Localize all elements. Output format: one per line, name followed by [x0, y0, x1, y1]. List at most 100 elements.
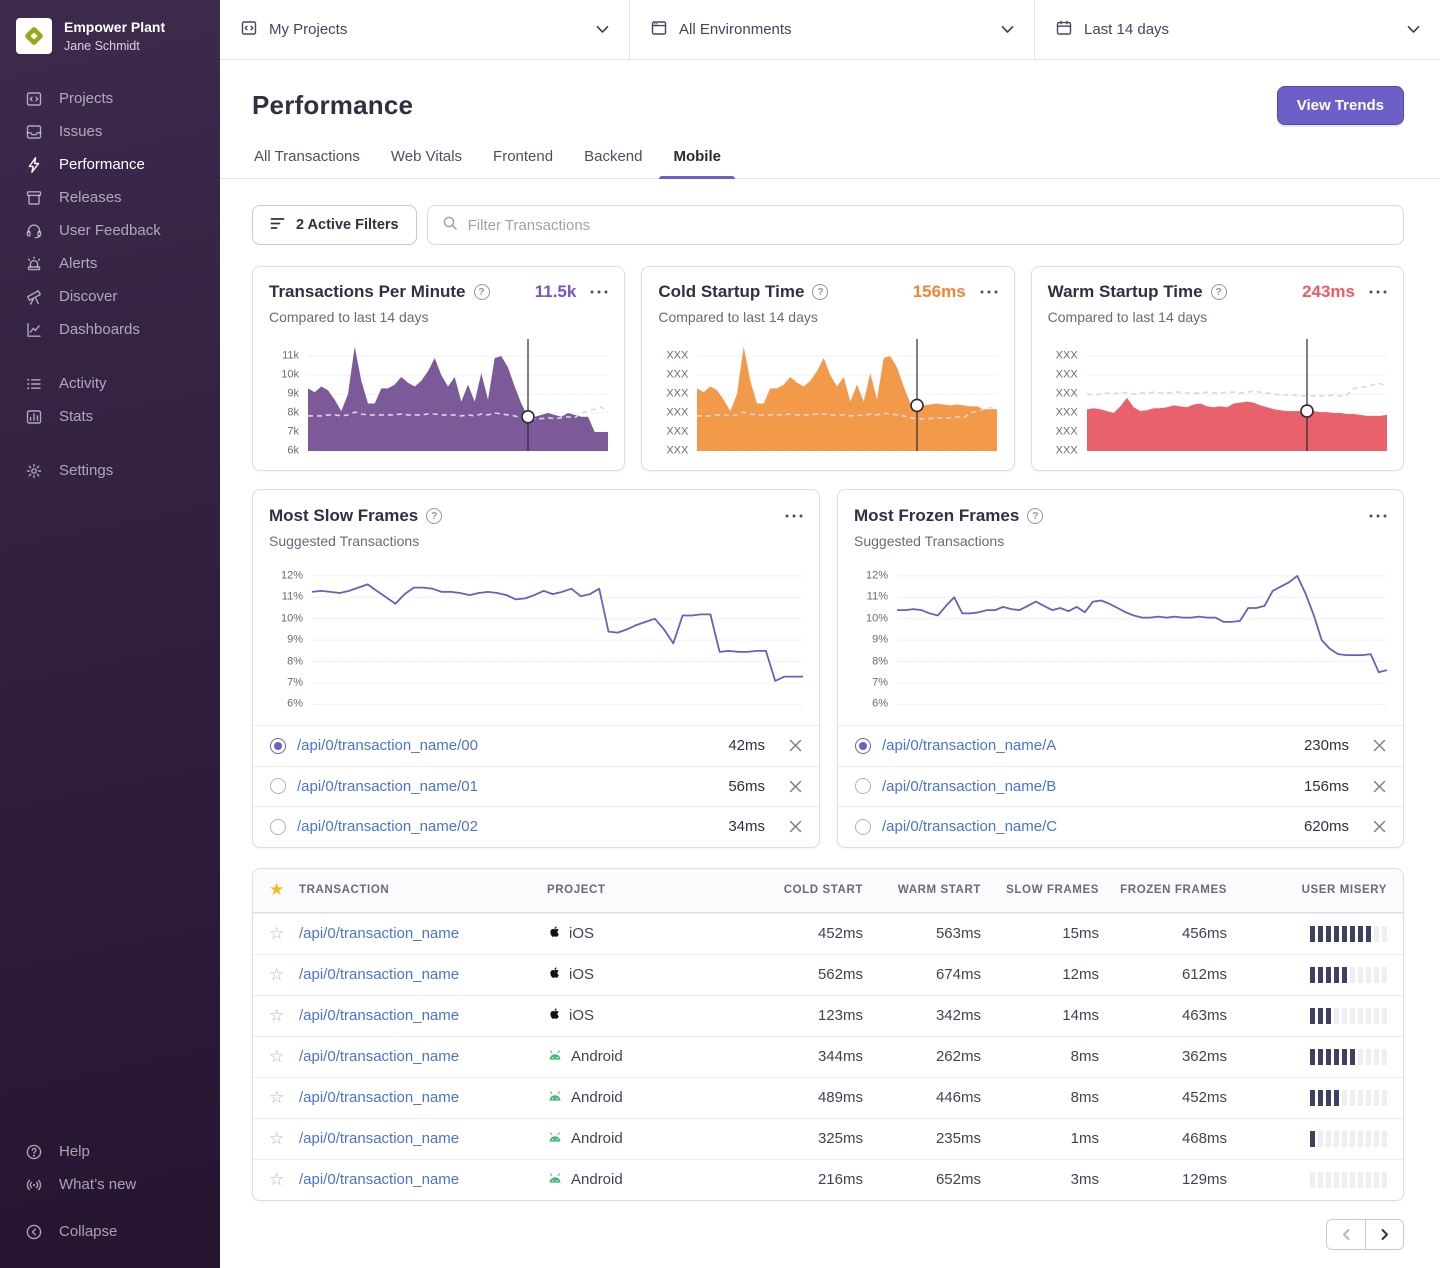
- star-toggle-icon[interactable]: ☆: [269, 1047, 299, 1067]
- chevron-down-icon: [1407, 21, 1420, 38]
- help-icon[interactable]: ?: [474, 284, 490, 300]
- star-toggle-icon[interactable]: ☆: [269, 924, 299, 944]
- date-range-dropdown[interactable]: Last 14 days: [1035, 0, 1440, 59]
- close-icon[interactable]: [789, 739, 802, 752]
- transaction-radio[interactable]: [855, 819, 871, 835]
- metric-card-header: Cold Startup Time?156ms: [658, 282, 997, 302]
- close-icon[interactable]: [789, 780, 802, 793]
- help-icon[interactable]: ?: [1211, 284, 1227, 300]
- project-name: Android: [571, 1048, 623, 1065]
- tab-backend[interactable]: Backend: [582, 148, 644, 178]
- help-icon[interactable]: ?: [426, 508, 442, 524]
- cell-slow-start: 12ms: [981, 966, 1099, 983]
- transaction-radio[interactable]: [270, 819, 286, 835]
- misery-segment: [1318, 1090, 1323, 1106]
- sidebar-item-alerts[interactable]: Alerts: [0, 247, 220, 280]
- sidebar-item-performance[interactable]: Performance: [0, 148, 220, 181]
- star-toggle-icon[interactable]: ☆: [269, 1129, 299, 1149]
- widget-transaction-row: /api/0/transaction_name/A230ms: [838, 725, 1403, 766]
- star-icon[interactable]: ★: [269, 880, 299, 900]
- sidebar-item-stats[interactable]: Stats: [0, 400, 220, 433]
- org-name: Empower Plant: [64, 19, 165, 37]
- transaction-link[interactable]: /api/0/transaction_name/C: [882, 818, 1057, 835]
- sidebar-item-settings[interactable]: Settings: [0, 454, 220, 487]
- star-toggle-icon[interactable]: ☆: [269, 1170, 299, 1190]
- close-icon[interactable]: [1373, 780, 1386, 793]
- close-icon[interactable]: [1373, 739, 1386, 752]
- star-toggle-icon[interactable]: ☆: [269, 1088, 299, 1108]
- sidebar-item-user-feedback[interactable]: User Feedback: [0, 214, 220, 247]
- transaction-link[interactable]: /api/0/transaction_name: [299, 1048, 547, 1065]
- cell-frozen-start: 463ms: [1099, 1007, 1227, 1024]
- sidebar-item-label: User Feedback: [59, 222, 161, 239]
- transaction-link[interactable]: /api/0/transaction_name/01: [297, 778, 478, 795]
- misery-segment: [1350, 926, 1355, 942]
- sidebar-item-discover[interactable]: Discover: [0, 280, 220, 313]
- tab-mobile[interactable]: Mobile: [671, 148, 723, 178]
- misery-segment: [1318, 1131, 1323, 1147]
- sidebar-item-dashboards[interactable]: Dashboards: [0, 313, 220, 346]
- environment-filter-dropdown[interactable]: All Environments: [630, 0, 1035, 59]
- transaction-link[interactable]: /api/0/transaction_name/00: [297, 737, 478, 754]
- project-filter-dropdown[interactable]: My Projects: [220, 0, 630, 59]
- tab-web-vitals[interactable]: Web Vitals: [389, 148, 464, 178]
- org-switcher[interactable]: Empower Plant Jane Schmidt: [0, 14, 220, 58]
- next-page-button[interactable]: [1365, 1219, 1404, 1250]
- transaction-radio[interactable]: [855, 738, 871, 754]
- sidebar-item-projects[interactable]: Projects: [0, 82, 220, 115]
- column-header-user-misery: USER MISERY: [1227, 884, 1387, 896]
- sidebar-item-help[interactable]: Help: [0, 1135, 220, 1168]
- project-cell: iOS: [547, 924, 753, 943]
- transaction-link[interactable]: /api/0/transaction_name/A: [882, 737, 1056, 754]
- sidebar-item-releases[interactable]: Releases: [0, 181, 220, 214]
- metric-card-header: Warm Startup Time?243ms: [1048, 282, 1387, 302]
- transaction-link[interactable]: /api/0/transaction_name: [299, 966, 547, 983]
- misery-segment: [1350, 967, 1355, 983]
- misery-segment: [1326, 967, 1331, 983]
- ellipsis-menu-icon[interactable]: [1369, 514, 1387, 518]
- ellipsis-menu-icon[interactable]: [590, 290, 608, 294]
- view-trends-button[interactable]: View Trends: [1277, 86, 1404, 125]
- tab-frontend[interactable]: Frontend: [491, 148, 555, 178]
- transaction-link[interactable]: /api/0/transaction_name: [299, 1171, 547, 1188]
- y-axis-tick: XXX: [1056, 351, 1078, 362]
- ellipsis-menu-icon[interactable]: [980, 290, 998, 294]
- transaction-radio[interactable]: [270, 738, 286, 754]
- transaction-link[interactable]: /api/0/transaction_name: [299, 925, 547, 942]
- ellipsis-menu-icon[interactable]: [1369, 290, 1387, 294]
- help-icon[interactable]: ?: [1027, 508, 1043, 524]
- user-misery-bar: [1227, 1131, 1387, 1147]
- y-axis-tick: 11%: [867, 592, 888, 603]
- star-toggle-icon[interactable]: ☆: [269, 1006, 299, 1026]
- transaction-link[interactable]: /api/0/transaction_name/02: [297, 818, 478, 835]
- sidebar-item-issues[interactable]: Issues: [0, 115, 220, 148]
- y-axis-tick: 6%: [287, 699, 303, 710]
- transaction-radio[interactable]: [270, 778, 286, 794]
- sidebar-item-label: Projects: [59, 90, 113, 107]
- star-toggle-icon[interactable]: ☆: [269, 965, 299, 985]
- previous-page-button[interactable]: [1326, 1219, 1365, 1250]
- tab-all-transactions[interactable]: All Transactions: [252, 148, 362, 178]
- close-icon[interactable]: [1373, 820, 1386, 833]
- cell-slow-start: 15ms: [981, 925, 1099, 942]
- transaction-link[interactable]: /api/0/transaction_name: [299, 1130, 547, 1147]
- search-input[interactable]: [468, 217, 1389, 234]
- transaction-link[interactable]: /api/0/transaction_name: [299, 1007, 547, 1024]
- widget-header: Most Frozen Frames?Suggested Transaction…: [838, 506, 1403, 549]
- sidebar-item-collapse[interactable]: Collapse: [0, 1215, 220, 1248]
- active-filters-button[interactable]: 2 Active Filters: [252, 205, 417, 245]
- close-icon[interactable]: [789, 820, 802, 833]
- y-axis-tick: XXX: [666, 389, 688, 400]
- sidebar-item-whats-new[interactable]: What’s new: [0, 1168, 220, 1201]
- help-icon[interactable]: ?: [812, 284, 828, 300]
- chevron-down-icon: [1001, 21, 1014, 38]
- ellipsis-menu-icon[interactable]: [785, 514, 803, 518]
- transaction-link[interactable]: /api/0/transaction_name/B: [882, 778, 1056, 795]
- y-axis-tick: 8k: [287, 408, 299, 419]
- pagination: [252, 1219, 1404, 1250]
- transaction-link[interactable]: /api/0/transaction_name: [299, 1089, 547, 1106]
- misery-segment: [1326, 1172, 1331, 1188]
- misery-segment: [1358, 967, 1363, 983]
- transaction-radio[interactable]: [855, 778, 871, 794]
- sidebar-item-activity[interactable]: Activity: [0, 367, 220, 400]
